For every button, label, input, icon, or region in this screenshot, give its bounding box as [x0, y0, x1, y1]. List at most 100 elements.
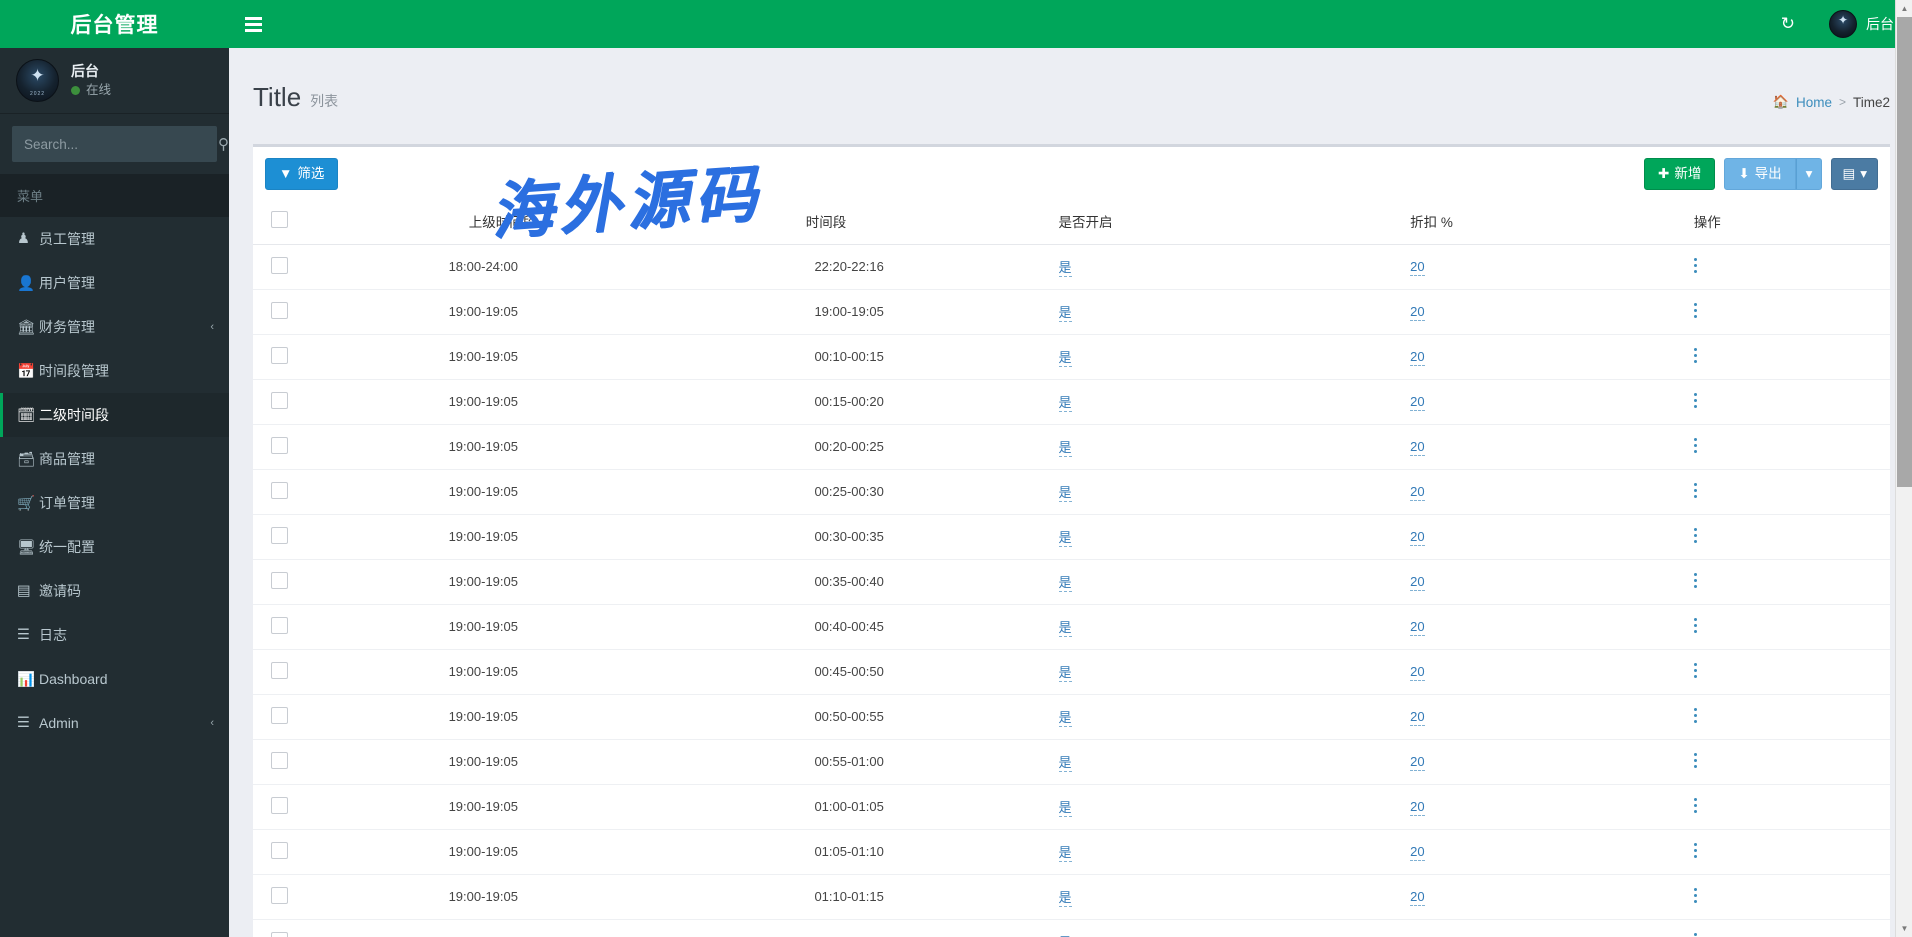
enabled-edit-link[interactable]: 是	[1059, 755, 1072, 772]
row-actions-menu-icon[interactable]	[1694, 798, 1882, 813]
table-row[interactable]: 19:00-19:0500:10-00:15是20	[253, 334, 1890, 379]
discount-edit-link[interactable]: 20	[1410, 664, 1424, 681]
enabled-edit-link[interactable]: 是	[1059, 260, 1072, 277]
row-actions-menu-icon[interactable]	[1694, 393, 1882, 408]
row-checkbox[interactable]	[271, 572, 288, 589]
row-actions-menu-icon[interactable]	[1694, 528, 1882, 543]
search-icon[interactable]: ⚲	[212, 126, 229, 162]
row-actions-menu-icon[interactable]	[1694, 663, 1882, 678]
enabled-edit-link[interactable]: 是	[1059, 665, 1072, 682]
table-row[interactable]: 19:00-19:0500:50-00:55是20	[253, 694, 1890, 739]
discount-edit-link[interactable]: 20	[1410, 754, 1424, 771]
column-settings-button[interactable]: ▤ ▾	[1831, 158, 1878, 190]
discount-edit-link[interactable]: 20	[1410, 529, 1424, 546]
select-all-checkbox[interactable]	[271, 211, 288, 228]
table-row[interactable]: 19:00-19:0500:20-00:25是20	[253, 424, 1890, 469]
row-checkbox[interactable]	[271, 932, 288, 937]
table-row[interactable]: 18:00-24:0022:20-22:16是20	[253, 244, 1890, 289]
table-row[interactable]: 19:00-19:0501:00-01:05是20	[253, 784, 1890, 829]
enabled-edit-link[interactable]: 是	[1059, 350, 1072, 367]
discount-edit-link[interactable]: 20	[1410, 619, 1424, 636]
enabled-edit-link[interactable]: 是	[1059, 530, 1072, 547]
sidebar-item-config[interactable]: 🖥 统一配置	[0, 525, 229, 569]
discount-edit-link[interactable]: 20	[1410, 394, 1424, 411]
discount-edit-link[interactable]: 20	[1410, 439, 1424, 456]
sidebar-item-invite-code[interactable]: ▤ 邀请码	[0, 569, 229, 613]
page-scrollbar[interactable]: ▲ ▼	[1895, 0, 1912, 937]
topbar-user-menu[interactable]: 后台	[1829, 10, 1894, 38]
export-button[interactable]: ⬇ 导出	[1724, 158, 1795, 190]
hamburger-icon[interactable]	[229, 0, 277, 48]
column-header-timeslot[interactable]: 时间段	[648, 201, 1051, 245]
enabled-edit-link[interactable]: 是	[1059, 440, 1072, 457]
enabled-edit-link[interactable]: 是	[1059, 845, 1072, 862]
scroll-up-arrow[interactable]: ▲	[1896, 0, 1912, 17]
column-header-parent-timeslot[interactable]: 上级时间段	[319, 201, 648, 245]
discount-edit-link[interactable]: 20	[1410, 574, 1424, 591]
row-actions-menu-icon[interactable]	[1694, 708, 1882, 723]
discount-edit-link[interactable]: 20	[1410, 709, 1424, 726]
sidebar-item-admin[interactable]: ☰ Admin ‹	[0, 701, 229, 745]
discount-edit-link[interactable]: 20	[1410, 304, 1424, 321]
row-checkbox[interactable]	[271, 617, 288, 634]
enabled-edit-link[interactable]: 是	[1059, 485, 1072, 502]
row-checkbox[interactable]	[271, 392, 288, 409]
row-actions-menu-icon[interactable]	[1694, 483, 1882, 498]
row-actions-menu-icon[interactable]	[1694, 888, 1882, 903]
discount-edit-link[interactable]: 20	[1410, 484, 1424, 501]
search-input[interactable]	[13, 137, 212, 152]
enabled-edit-link[interactable]: 是	[1059, 890, 1072, 907]
sidebar-item-finance[interactable]: 🏛 财务管理 ‹	[0, 305, 229, 349]
row-checkbox[interactable]	[271, 752, 288, 769]
sidebar-item-user[interactable]: 👤 用户管理	[0, 261, 229, 305]
sidebar-item-secondary-timeslot[interactable]: 🗓 二级时间段	[0, 393, 229, 437]
filter-button[interactable]: ▼ 筛选	[265, 158, 338, 190]
row-checkbox[interactable]	[271, 707, 288, 724]
add-button[interactable]: ✚ 新增	[1644, 158, 1715, 190]
discount-edit-link[interactable]: 20	[1410, 799, 1424, 816]
table-row[interactable]: 19:00-19:0500:35-00:40是20	[253, 559, 1890, 604]
enabled-edit-link[interactable]: 是	[1059, 800, 1072, 817]
row-checkbox[interactable]	[271, 347, 288, 364]
breadcrumb-home[interactable]: Home	[1796, 95, 1832, 110]
table-row[interactable]: 19:00-19:0500:25-00:30是20	[253, 469, 1890, 514]
discount-edit-link[interactable]: 20	[1410, 349, 1424, 366]
table-row[interactable]: 19:00-19:0519:00-19:05是20	[253, 289, 1890, 334]
column-header-enabled[interactable]: 是否开启	[1051, 201, 1403, 245]
enabled-edit-link[interactable]: 是	[1059, 575, 1072, 592]
row-checkbox[interactable]	[271, 797, 288, 814]
row-actions-menu-icon[interactable]	[1694, 753, 1882, 768]
scroll-down-arrow[interactable]: ▼	[1896, 920, 1912, 937]
sidebar-item-dashboard[interactable]: 📊 Dashboard	[0, 657, 229, 701]
table-row[interactable]: 19:00-19:0500:40-00:45是20	[253, 604, 1890, 649]
enabled-edit-link[interactable]: 是	[1059, 620, 1072, 637]
row-checkbox[interactable]	[271, 527, 288, 544]
discount-edit-link[interactable]: 20	[1410, 844, 1424, 861]
row-checkbox[interactable]	[271, 482, 288, 499]
row-actions-menu-icon[interactable]	[1694, 618, 1882, 633]
table-row[interactable]: 19:00-19:0500:15-00:20是20	[253, 379, 1890, 424]
row-checkbox[interactable]	[271, 887, 288, 904]
row-actions-menu-icon[interactable]	[1694, 348, 1882, 363]
row-checkbox[interactable]	[271, 437, 288, 454]
sidebar-item-order[interactable]: 🛒 订单管理	[0, 481, 229, 525]
discount-edit-link[interactable]: 20	[1410, 889, 1424, 906]
table-row[interactable]: 19:00-19:0501:10-01:15是20	[253, 874, 1890, 919]
table-row[interactable]: 19:00-19:0500:45-00:50是20	[253, 649, 1890, 694]
row-actions-menu-icon[interactable]	[1694, 438, 1882, 453]
enabled-edit-link[interactable]: 是	[1059, 395, 1072, 412]
table-row[interactable]: 19:00-19:0501:15-01:20是20	[253, 919, 1890, 937]
export-dropdown-toggle[interactable]: ▾	[1796, 158, 1823, 190]
row-actions-menu-icon[interactable]	[1694, 303, 1882, 318]
row-checkbox[interactable]	[271, 302, 288, 319]
sidebar-user-panel[interactable]: 2022 后台 在线	[0, 48, 229, 114]
scroll-thumb[interactable]	[1897, 17, 1912, 487]
row-checkbox[interactable]	[271, 662, 288, 679]
table-row[interactable]: 19:00-19:0500:30-00:35是20	[253, 514, 1890, 559]
row-actions-menu-icon[interactable]	[1694, 258, 1882, 273]
table-row[interactable]: 19:00-19:0500:55-01:00是20	[253, 739, 1890, 784]
row-checkbox[interactable]	[271, 842, 288, 859]
enabled-edit-link[interactable]: 是	[1059, 305, 1072, 322]
enabled-edit-link[interactable]: 是	[1059, 710, 1072, 727]
sidebar-item-timeslot[interactable]: 📅 时间段管理	[0, 349, 229, 393]
